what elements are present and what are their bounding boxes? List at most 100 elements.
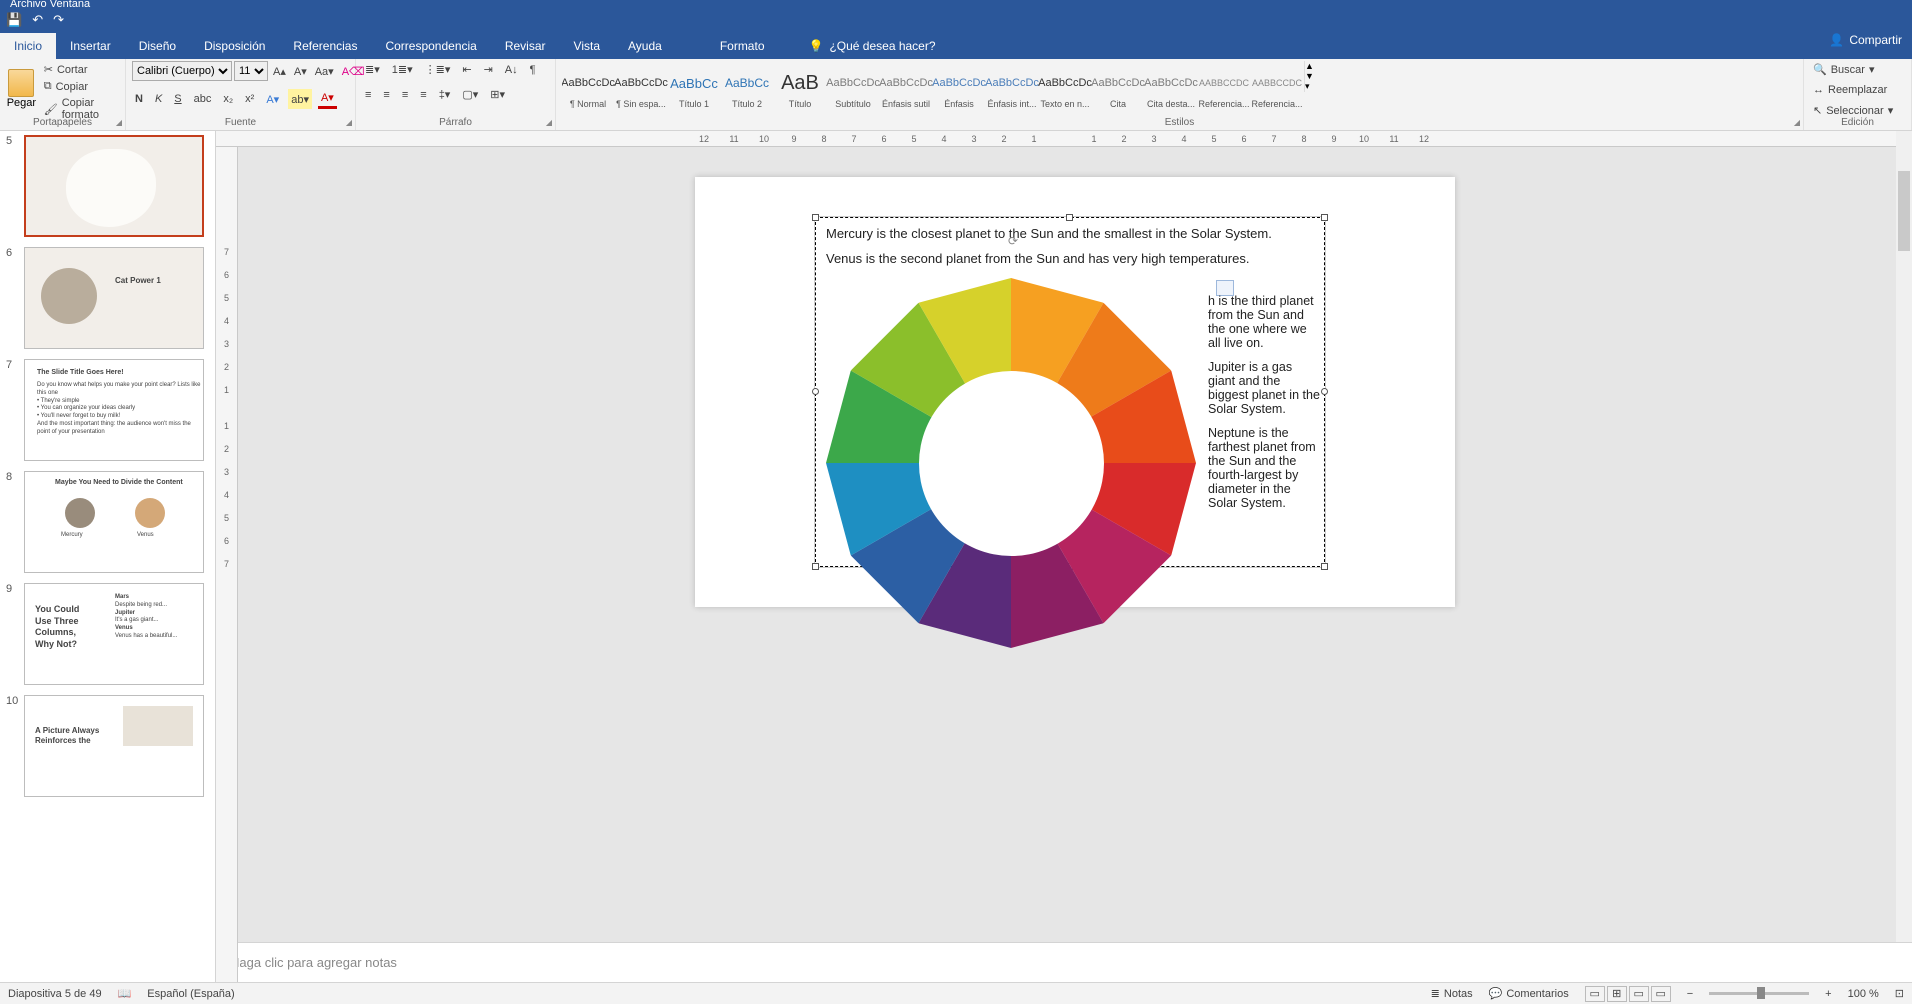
style-item[interactable]: AaBbCcDcÉnfasis sutil bbox=[880, 61, 932, 115]
style-item[interactable]: AaBbCcDcCita bbox=[1092, 61, 1144, 115]
style-item[interactable]: AaBbCcDcÉnfasis bbox=[933, 61, 985, 115]
strike-button[interactable]: abc bbox=[191, 89, 215, 109]
multilevel-button[interactable]: ⋮≣▾ bbox=[422, 61, 454, 78]
line-spacing-button[interactable]: ‡▾ bbox=[436, 86, 454, 103]
vertical-scrollbar[interactable] bbox=[1896, 131, 1912, 942]
styles-up-icon[interactable]: ▲ bbox=[1305, 61, 1320, 71]
zoom-value[interactable]: 100 % bbox=[1848, 988, 1879, 1000]
zoom-out-button[interactable]: − bbox=[1687, 988, 1693, 1000]
document-canvas[interactable]: ⟳ Mercury is the closest planet to the S… bbox=[216, 147, 1912, 942]
superscript-button[interactable]: x² bbox=[242, 89, 257, 109]
slide-thumbnail-panel[interactable]: 5 6 Cat Power 1 7 The Slide Title Goes H… bbox=[0, 131, 216, 982]
font-launcher-icon[interactable]: ◢ bbox=[346, 118, 352, 127]
save-icon[interactable]: 💾 bbox=[6, 12, 22, 28]
borders-button[interactable]: ⊞▾ bbox=[487, 86, 508, 103]
tab-disposicion[interactable]: Disposición bbox=[190, 33, 279, 59]
highlight-button[interactable]: ab▾ bbox=[288, 89, 312, 109]
horizontal-ruler[interactable]: 121110987654321123456789101112 bbox=[216, 131, 1912, 147]
font-name-select[interactable]: Calibri (Cuerpo) bbox=[132, 61, 232, 81]
slide-thumb-7[interactable]: The Slide Title Goes Here! Do you know w… bbox=[24, 359, 204, 461]
tab-formato[interactable]: Formato bbox=[706, 33, 779, 59]
slide-thumb-10[interactable]: A Picture Always Reinforces the bbox=[24, 695, 204, 797]
copy-button[interactable]: ⧉Copiar bbox=[41, 78, 119, 95]
paragraph-launcher-icon[interactable]: ◢ bbox=[546, 118, 552, 127]
shrink-font-button[interactable]: A▾ bbox=[291, 61, 310, 81]
clipboard-launcher-icon[interactable]: ◢ bbox=[116, 118, 122, 127]
paragraph-mercury[interactable]: Mercury is the closest planet to the Sun… bbox=[826, 226, 1314, 241]
tab-vista[interactable]: Vista bbox=[560, 33, 614, 59]
styles-launcher-icon[interactable]: ◢ bbox=[1794, 118, 1800, 127]
undo-icon[interactable]: ↶ bbox=[32, 12, 43, 28]
align-right-button[interactable]: ≡ bbox=[399, 86, 411, 103]
bold-button[interactable]: N bbox=[132, 89, 146, 109]
font-color-button[interactable]: A▾ bbox=[318, 89, 337, 109]
notes-button[interactable]: ≣ Notas bbox=[1431, 987, 1473, 1000]
tab-referencias[interactable]: Referencias bbox=[279, 33, 371, 59]
spellcheck-icon[interactable]: 📖 bbox=[118, 987, 132, 1000]
styles-more-icon[interactable]: ▾ bbox=[1305, 81, 1320, 92]
show-marks-button[interactable]: ¶ bbox=[527, 61, 539, 78]
tab-correspondencia[interactable]: Correspondencia bbox=[371, 33, 490, 59]
notes-pane[interactable]: Haga clic para agregar notas bbox=[216, 942, 1912, 982]
slide-thumb-6[interactable]: Cat Power 1 bbox=[24, 247, 204, 349]
find-button[interactable]: 🔍Buscar ▾ bbox=[1810, 61, 1899, 78]
paste-button[interactable]: Pegar bbox=[6, 61, 37, 117]
paragraph-venus[interactable]: Venus is the second planet from the Sun … bbox=[826, 251, 1314, 266]
style-item[interactable]: AaBbCcDcCita desta... bbox=[1145, 61, 1197, 115]
zoom-slider[interactable] bbox=[1709, 992, 1809, 995]
color-wheel-image[interactable] bbox=[826, 278, 1196, 648]
sort-button[interactable]: A↓ bbox=[502, 61, 521, 78]
redo-icon[interactable]: ↷ bbox=[53, 12, 64, 28]
underline-button[interactable]: S bbox=[171, 89, 184, 109]
style-item[interactable]: AaBbCcDcSubtítulo bbox=[827, 61, 879, 115]
normal-view-button[interactable]: ▭ bbox=[1585, 986, 1605, 1002]
style-item[interactable]: AaBbCcDcÉnfasis int... bbox=[986, 61, 1038, 115]
justify-button[interactable]: ≡ bbox=[417, 86, 429, 103]
style-item[interactable]: AaBbCcTítulo 2 bbox=[721, 61, 773, 115]
text-effects-button[interactable]: A▾ bbox=[263, 89, 282, 109]
status-language[interactable]: Español (España) bbox=[147, 988, 234, 1000]
subscript-button[interactable]: x₂ bbox=[220, 89, 236, 109]
slide-thumb-8[interactable]: Maybe You Need to Divide the Content Mer… bbox=[24, 471, 204, 573]
tab-diseno[interactable]: Diseño bbox=[125, 33, 190, 59]
change-case-button[interactable]: Aa▾ bbox=[312, 61, 337, 81]
tab-insertar[interactable]: Insertar bbox=[56, 33, 125, 59]
numbering-button[interactable]: 1≣▾ bbox=[389, 61, 416, 78]
reading-view-button[interactable]: ▭ bbox=[1629, 986, 1649, 1002]
style-item[interactable]: AaBbCcTítulo 1 bbox=[668, 61, 720, 115]
zoom-in-button[interactable]: + bbox=[1825, 988, 1831, 1000]
fit-button[interactable]: ⊡ bbox=[1895, 987, 1904, 1000]
align-center-button[interactable]: ≡ bbox=[380, 86, 392, 103]
grow-font-button[interactable]: A▴ bbox=[270, 61, 289, 81]
decrease-indent-button[interactable]: ⇤ bbox=[459, 61, 474, 78]
style-item[interactable]: AaBbCcDc¶ Sin espa... bbox=[615, 61, 667, 115]
tab-inicio[interactable]: Inicio bbox=[0, 33, 56, 59]
share-button[interactable]: 👤 Compartir bbox=[1829, 33, 1902, 47]
tab-ayuda[interactable]: Ayuda bbox=[614, 33, 676, 59]
cut-button[interactable]: ✂Cortar bbox=[41, 61, 119, 78]
wrapped-text[interactable]: h is the third planet from the Sun and t… bbox=[1208, 294, 1320, 520]
replace-button[interactable]: ↔Reemplazar bbox=[1810, 82, 1899, 98]
slide-thumb-5[interactable] bbox=[24, 135, 204, 237]
increase-indent-button[interactable]: ⇥ bbox=[481, 61, 496, 78]
tell-me-search[interactable]: 💡 ¿Qué desea hacer? bbox=[809, 33, 936, 59]
style-item[interactable]: AABBCCDCReferencia... bbox=[1251, 61, 1303, 115]
shading-button[interactable]: ▢▾ bbox=[459, 86, 481, 103]
slideshow-view-button[interactable]: ▭ bbox=[1651, 986, 1671, 1002]
comments-button[interactable]: 💬 Comentarios bbox=[1489, 987, 1569, 1000]
font-size-select[interactable]: 11 bbox=[234, 61, 268, 81]
styles-down-icon[interactable]: ▼ bbox=[1305, 71, 1320, 81]
sorter-view-button[interactable]: ⊞ bbox=[1607, 986, 1627, 1002]
vertical-ruler[interactable]: 76543211234567 bbox=[216, 147, 238, 982]
status-slide-count[interactable]: Diapositiva 5 de 49 bbox=[8, 988, 102, 1000]
style-item[interactable]: AaBbCcDcTexto en n... bbox=[1039, 61, 1091, 115]
italic-button[interactable]: K bbox=[152, 89, 165, 109]
style-item[interactable]: AABBCCDCReferencia... bbox=[1198, 61, 1250, 115]
style-item[interactable]: AaBbCcDc¶ Normal bbox=[562, 61, 614, 115]
style-item[interactable]: AaBTítulo bbox=[774, 61, 826, 115]
align-left-button[interactable]: ≡ bbox=[362, 86, 374, 103]
slide-thumb-9[interactable]: You Could Use Three Columns, Why Not? Ma… bbox=[24, 583, 204, 685]
text-box-selected[interactable]: ⟳ Mercury is the closest planet to the S… bbox=[815, 217, 1325, 567]
tab-revisar[interactable]: Revisar bbox=[491, 33, 560, 59]
rotate-handle-icon[interactable]: ⟳ bbox=[1008, 234, 1018, 248]
